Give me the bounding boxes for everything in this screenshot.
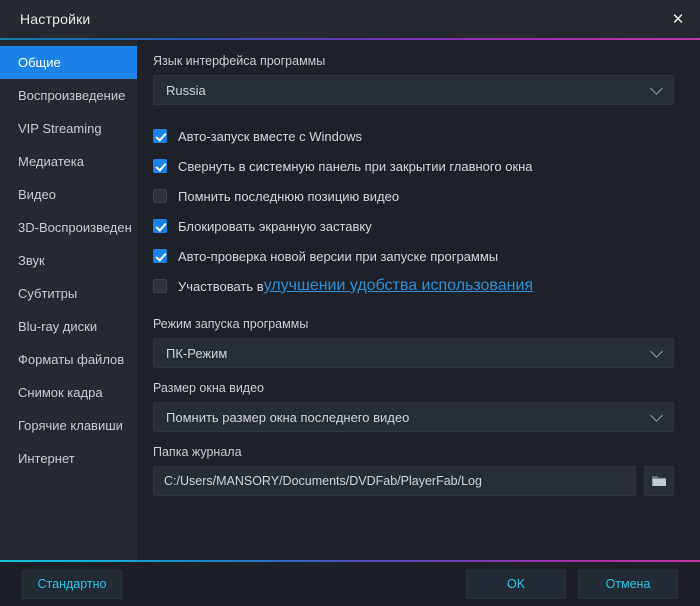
chevron-down-icon [650, 345, 663, 358]
defaults-button[interactable]: Стандартно [22, 569, 122, 599]
sidebar-item-label: Медиатека [18, 154, 84, 169]
sidebar-item-label: 3D-Воспроизведен [18, 220, 132, 235]
dialog-body: Общие Воспроизведение VIP Streaming Меди… [0, 40, 700, 560]
window-size-select-value: Помнить размер окна последнего видео [166, 409, 410, 425]
language-select-value: Russia [166, 82, 206, 98]
checkbox-label: Авто-проверка новой версии при запуске п… [178, 248, 499, 264]
folder-icon [652, 476, 666, 486]
checkbox-icon[interactable] [153, 159, 167, 173]
sidebar-item-label: Звук [18, 253, 45, 268]
checkbox-icon[interactable] [153, 219, 167, 233]
sidebar-item-playback[interactable]: Воспроизведение [0, 79, 137, 112]
sidebar-item-subtitles[interactable]: Субтитры [0, 277, 137, 310]
page-title: Настройки [20, 11, 91, 27]
sidebar-item-label: Blu-ray диски [18, 319, 98, 334]
sidebar-item-label: Интернет [18, 451, 75, 466]
checkbox-label: Свернуть в системную панель при закрытии… [178, 158, 533, 174]
footer-bar: Стандартно OK Отмена [0, 562, 700, 606]
log-folder-input[interactable]: C:/Users/MANSORY/Documents/DVDFab/Player… [153, 466, 636, 496]
improve-prefix-label: Участвовать в [178, 278, 264, 294]
improve-experience-link[interactable]: улучшении удобства использования [264, 277, 533, 295]
checkbox-auto-check-updates[interactable]: Авто-проверка новой версии при запуске п… [153, 241, 674, 271]
checkbox-label: Помнить последнюю позицию видео [178, 188, 400, 204]
launch-mode-select[interactable]: ПК-Режим [153, 338, 674, 368]
sidebar-item-label: Субтитры [18, 286, 78, 301]
sidebar-item-label: Воспроизведение [18, 88, 126, 103]
checkbox-icon[interactable] [153, 189, 167, 203]
language-select[interactable]: Russia [153, 75, 674, 105]
checkbox-icon[interactable] [153, 249, 167, 263]
checkbox-block-screensaver[interactable]: Блокировать экранную заставку [153, 211, 674, 241]
language-label: Язык интерфейса программы [153, 54, 326, 68]
sidebar-item-label: Снимок кадра [18, 385, 103, 400]
checkbox-improve-experience[interactable]: Участвовать в улучшении удобства использ… [153, 271, 674, 301]
checkbox-label: Авто-запуск вместе с Windows [178, 128, 362, 144]
settings-dialog: Настройки ✕ Общие Воспроизведение VIP St… [0, 0, 700, 606]
general-checkbox-group: Авто-запуск вместе с Windows Свернуть в … [153, 121, 674, 301]
sidebar-item-video[interactable]: Видео [0, 178, 137, 211]
cancel-button[interactable]: Отмена [578, 569, 678, 599]
chevron-down-icon [650, 409, 663, 422]
sidebar-item-vip-streaming[interactable]: VIP Streaming [0, 112, 137, 145]
checkbox-label: Блокировать экранную заставку [178, 218, 372, 234]
sidebar-item-label: Общие [18, 55, 61, 70]
sidebar-item-label: Видео [18, 187, 56, 202]
sidebar-item-label: Форматы файлов [18, 352, 125, 367]
checkbox-minimize-to-tray[interactable]: Свернуть в системную панель при закрытии… [153, 151, 674, 181]
checkbox-icon[interactable] [153, 129, 167, 143]
window-size-select[interactable]: Помнить размер окна последнего видео [153, 402, 674, 432]
sidebar-item-file-formats[interactable]: Форматы файлов [0, 343, 137, 376]
sidebar-item-label: VIP Streaming [18, 121, 102, 136]
launch-mode-select-value: ПК-Режим [166, 345, 228, 361]
log-folder-value: C:/Users/MANSORY/Documents/DVDFab/Player… [164, 474, 482, 488]
sidebar-item-snapshot[interactable]: Снимок кадра [0, 376, 137, 409]
sidebar-item-sound[interactable]: Звук [0, 244, 137, 277]
browse-folder-button[interactable] [644, 466, 674, 496]
sidebar-item-label: Горячие клавиши [18, 418, 123, 433]
checkbox-remember-video-position[interactable]: Помнить последнюю позицию видео [153, 181, 674, 211]
window-size-label: Размер окна видео [153, 381, 265, 395]
sidebar-item-hotkeys[interactable]: Горячие клавиши [0, 409, 137, 442]
ok-button[interactable]: OK [466, 569, 566, 599]
sidebar-item-obshchie[interactable]: Общие [0, 46, 137, 79]
log-folder-label: Папка журнала [153, 445, 242, 459]
checkbox-icon[interactable] [153, 279, 167, 293]
sidebar-item-bluray[interactable]: Blu-ray диски [0, 310, 137, 343]
sidebar-item-media-library[interactable]: Медиатека [0, 145, 137, 178]
launch-mode-label: Режим запуска программы [153, 317, 309, 331]
sidebar-item-3d-playback[interactable]: 3D-Воспроизведен [0, 211, 137, 244]
sidebar: Общие Воспроизведение VIP Streaming Меди… [0, 40, 137, 560]
log-folder-row: C:/Users/MANSORY/Documents/DVDFab/Player… [153, 466, 674, 496]
close-icon[interactable]: ✕ [664, 6, 692, 32]
chevron-down-icon [650, 82, 663, 95]
settings-content: Язык интерфейса программы Russia Авто-за… [137, 40, 700, 560]
sidebar-item-internet[interactable]: Интернет [0, 442, 137, 475]
title-bar: Настройки ✕ [0, 0, 700, 38]
checkbox-autostart-windows[interactable]: Авто-запуск вместе с Windows [153, 121, 674, 151]
